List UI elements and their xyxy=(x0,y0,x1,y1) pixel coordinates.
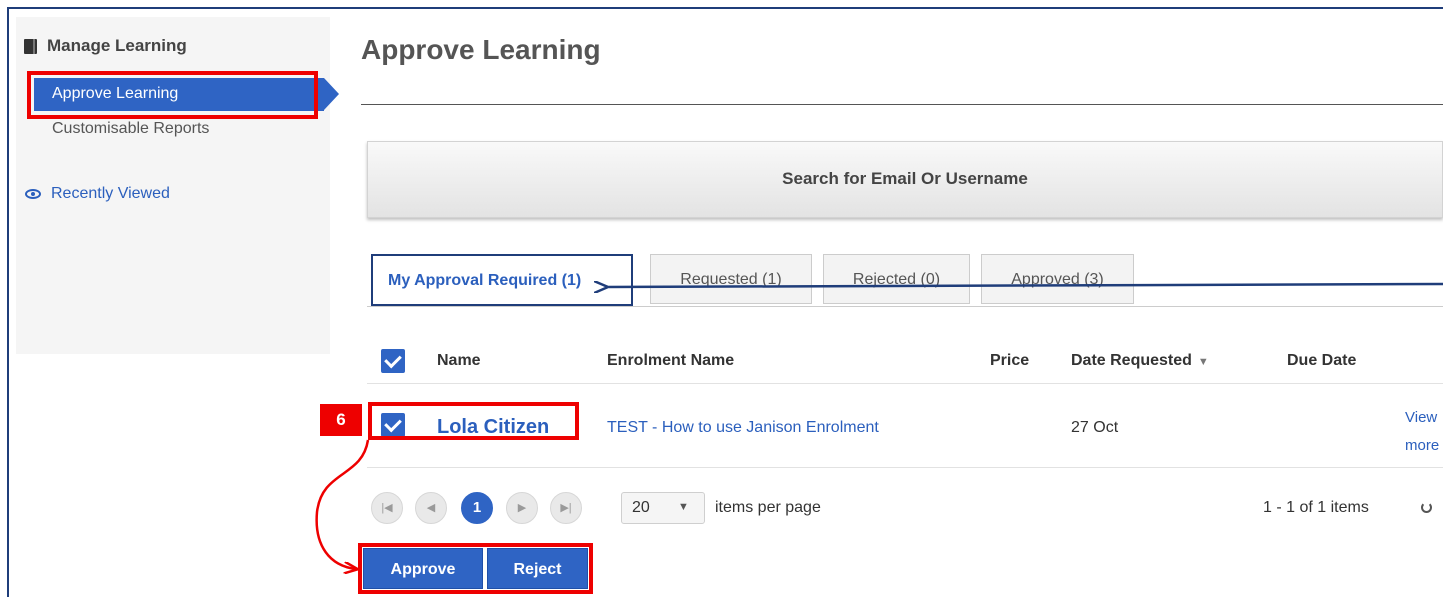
recently-viewed-label: Recently Viewed xyxy=(51,185,170,202)
items-count: 1 - 1 of 1 items xyxy=(1263,499,1369,516)
eye-icon xyxy=(25,189,41,199)
view-more-link[interactable]: View more xyxy=(1405,404,1439,460)
column-header-name[interactable]: Name xyxy=(437,352,481,370)
tab-approved[interactable]: Approved (3) xyxy=(981,254,1134,304)
step-badge: 6 xyxy=(320,404,362,436)
page-1-button[interactable]: 1 xyxy=(461,492,493,524)
column-header-price[interactable]: Price xyxy=(990,352,1029,370)
recently-viewed-link[interactable]: Recently Viewed xyxy=(25,185,170,203)
title-divider xyxy=(361,104,1443,105)
items-per-page-label: items per page xyxy=(715,499,821,516)
annotation-highlight-sidebar xyxy=(27,71,318,119)
select-all-checkbox[interactable] xyxy=(381,349,405,373)
page-title: Approve Learning xyxy=(361,34,601,65)
header-divider xyxy=(367,383,1443,384)
enrolment-name-link[interactable]: TEST - How to use Janison Enrolment xyxy=(607,419,879,437)
column-header-date-requested[interactable]: Date Requested ▼ xyxy=(1071,352,1209,370)
sidebar-section-label: Manage Learning xyxy=(47,36,187,55)
next-page-button[interactable]: ▶ xyxy=(506,492,538,524)
row-divider xyxy=(367,467,1443,468)
tab-requested[interactable]: Requested (1) xyxy=(650,254,812,304)
tab-my-approval-required[interactable]: My Approval Required (1) xyxy=(371,254,633,306)
column-header-enrolment-name[interactable]: Enrolment Name xyxy=(607,352,734,370)
refresh-icon[interactable] xyxy=(1421,502,1432,513)
annotation-highlight-buttons xyxy=(358,543,593,594)
first-page-button[interactable]: |◀ xyxy=(371,492,403,524)
sidebar-item-customisable-reports[interactable]: Customisable Reports xyxy=(52,120,209,138)
chevron-down-icon: ▼ xyxy=(678,501,689,513)
column-header-label: Date Requested xyxy=(1071,352,1192,369)
last-page-button[interactable]: ▶| xyxy=(550,492,582,524)
view-more-line1: View xyxy=(1405,409,1438,426)
column-header-due-date[interactable]: Due Date xyxy=(1287,352,1356,370)
book-icon xyxy=(24,38,37,54)
tabs-baseline xyxy=(367,306,1443,307)
sidebar-section-title: Manage Learning xyxy=(24,36,187,56)
tab-rejected[interactable]: Rejected (0) xyxy=(823,254,970,304)
date-requested-value: 27 Oct xyxy=(1071,419,1119,436)
items-per-page-select[interactable]: 20 ▼ xyxy=(621,492,705,524)
sort-desc-icon: ▼ xyxy=(1197,356,1209,368)
per-page-value: 20 xyxy=(632,499,650,516)
annotation-highlight-row xyxy=(368,402,579,440)
search-bar[interactable]: Search for Email Or Username xyxy=(367,141,1443,218)
search-label: Search for Email Or Username xyxy=(782,169,1028,188)
view-more-line2: more xyxy=(1405,437,1440,454)
prev-page-button[interactable]: ◀ xyxy=(415,492,447,524)
